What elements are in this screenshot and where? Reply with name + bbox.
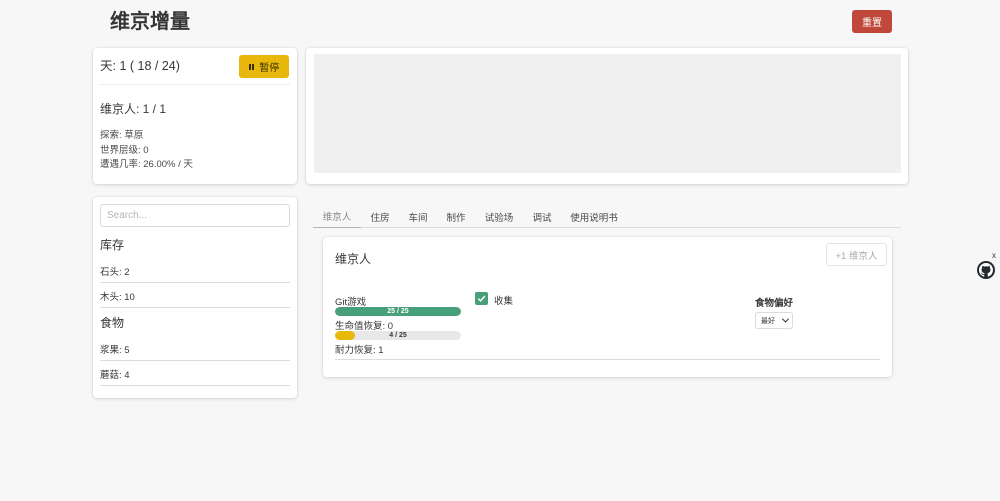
tab-manual[interactable]: 使用说明书 (561, 205, 627, 228)
food-preference-value: 最好 (761, 317, 775, 325)
check-icon (477, 295, 486, 302)
inventory-row-mushrooms: 蘑菇: 4 (100, 362, 290, 386)
world-level: 世界层级: 0 (100, 144, 149, 156)
food-title: 食物 (100, 316, 125, 330)
stamina-regen: 耐力恢复: 1 (335, 345, 384, 356)
map-card (306, 48, 908, 184)
collect-checkbox[interactable] (475, 292, 488, 305)
inventory-row-berries: 浆果: 5 (100, 337, 290, 361)
tab-testing-ground[interactable]: 试验场 (475, 205, 523, 228)
inventory-card: 库存 石头: 2 木头: 10 食物 浆果: 5 蘑菇: 4 (93, 197, 297, 398)
storage-title: 库存 (100, 238, 125, 252)
status-info: 探索: 草原 世界层级: 0 遭遇几率: 26.00% / 天 (100, 129, 193, 173)
stamina-bar: 4 / 25 (335, 331, 461, 340)
stamina-bar-text: 4 / 25 (389, 332, 407, 339)
health-bar-text: 25 / 25 (387, 308, 409, 315)
map-canvas[interactable] (314, 54, 901, 173)
close-icon[interactable]: x (992, 251, 996, 260)
tab-workshop[interactable]: 车间 (399, 205, 437, 228)
panel-title: 维京人 (335, 252, 372, 266)
status-card: 天: 1 ( 18 / 24) 暂停 维京人: 1 / 1 探索: 草原 世界层… (93, 48, 297, 184)
chevron-down-icon (781, 315, 790, 323)
explore-location: 探索: 草原 (100, 130, 144, 141)
tab-vikings[interactable]: 维京人 (313, 205, 361, 228)
encounter-rate: 遭遇几率: 26.00% / 天 (100, 159, 193, 170)
app-title: 维京增量 (110, 11, 190, 33)
divider (100, 84, 290, 85)
health-regen: 生命值恢复: 0 (335, 321, 394, 332)
github-icon[interactable] (977, 261, 995, 279)
main-tabs: 维京人 住房 车间 制作 试验场 调试 使用说明书 (313, 205, 901, 228)
population-count: 维京人: 1 / 1 (100, 102, 167, 116)
pause-icon (248, 63, 255, 70)
reset-button[interactable]: 重置 (852, 10, 892, 33)
pause-button[interactable]: 暂停 (239, 55, 289, 78)
tab-housing[interactable]: 住房 (361, 205, 399, 228)
population-panel: 维京人 +1 维京人 Git游戏 25 / 25 生命值恢复: 0 4 / 25… (323, 237, 892, 377)
search-input[interactable] (100, 204, 290, 227)
day-counter: 天: 1 ( 18 / 24) (100, 59, 180, 73)
divider (335, 359, 880, 360)
tab-debug[interactable]: 调试 (523, 205, 561, 228)
pause-label: 暂停 (259, 63, 280, 74)
food-preference-select[interactable]: 最好 (755, 312, 793, 329)
inventory-row-wood: 木头: 10 (100, 284, 290, 308)
worker-name: Git游戏 (335, 297, 367, 308)
health-bar: 25 / 25 (335, 307, 461, 316)
inventory-row-stone: 石头: 2 (100, 259, 290, 283)
github-cat-icon (979, 263, 993, 277)
add-viking-button[interactable]: +1 维京人 (826, 243, 887, 266)
collect-label: 收集 (494, 296, 514, 307)
tab-crafting[interactable]: 制作 (437, 205, 475, 228)
food-preference-title: 食物偏好 (755, 298, 794, 309)
